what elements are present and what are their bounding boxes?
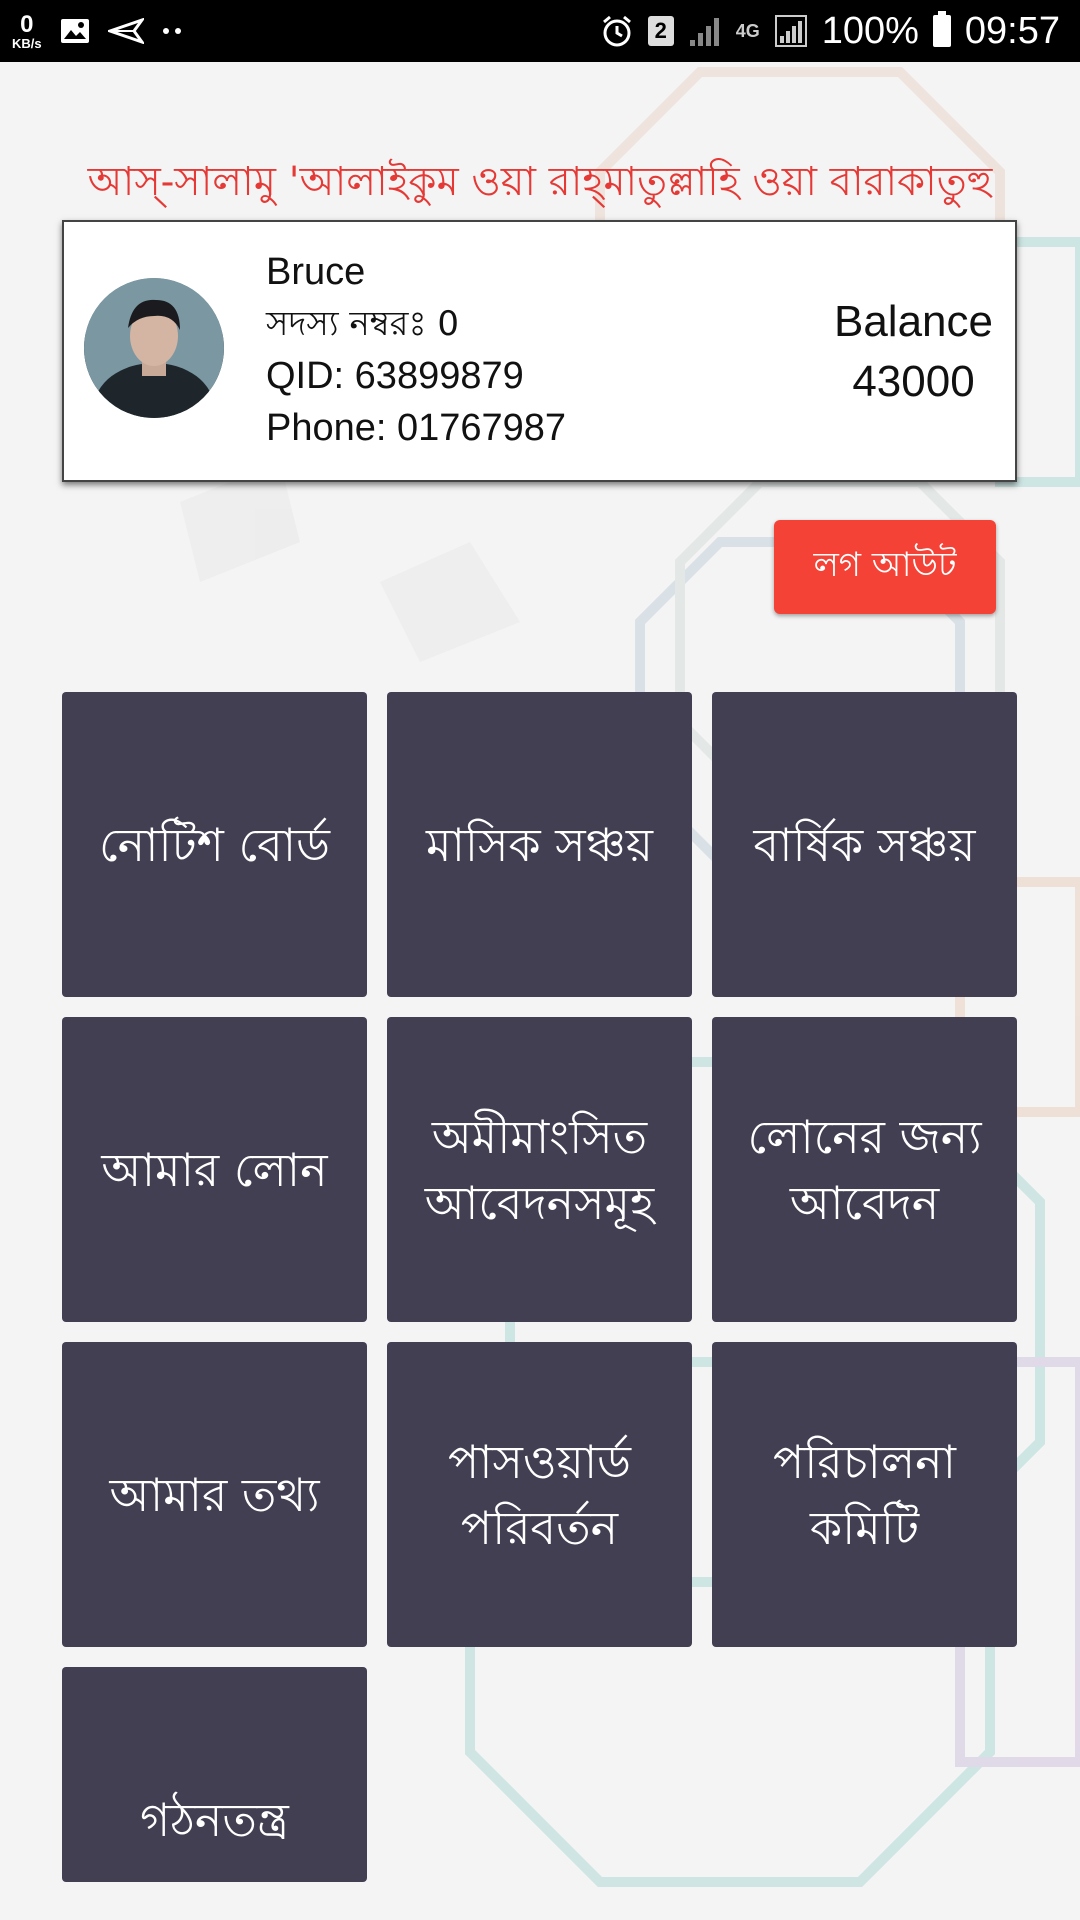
tile-monthly-savings[interactable]: মাসিক সঞ্চয়	[387, 692, 692, 997]
tile-pending-applications[interactable]: অমীমাংসিত আবেদনসমূহ	[387, 1017, 692, 1322]
tile-yearly-savings[interactable]: বার্ষিক সঞ্চয়	[712, 692, 1017, 997]
signal-icon	[688, 14, 722, 48]
phone: Phone: 01767987	[266, 407, 567, 449]
tile-my-info[interactable]: আমার তথ্য	[62, 1342, 367, 1647]
status-bar: 0 KB/s 2 4G 100% 09:57	[0, 0, 1080, 62]
qid: QID: 63899879	[266, 355, 524, 397]
battery-icon	[932, 11, 951, 47]
member-number: সদস্য নম্বরঃ 0	[266, 304, 460, 344]
clock: 09:57	[964, 9, 1060, 52]
more-dots-icon	[162, 26, 184, 36]
logout-button[interactable]: লগ আউট	[774, 520, 996, 614]
sim-badge: 2	[647, 16, 674, 46]
network-speed: 0 KB/s	[12, 10, 42, 51]
tile-loan-application[interactable]: লোনের জন্য আবেদন	[712, 1017, 1017, 1322]
status-right: 2 4G 100% 09:57	[600, 0, 1060, 62]
tile-constitution[interactable]: গঠনতন্ত্র	[62, 1667, 367, 1882]
tile-notice-board[interactable]: নোটিশ বোর্ড	[62, 692, 367, 997]
status-left: 0 KB/s	[12, 8, 184, 54]
greeting-text: আস্‌-সালামু 'আলাইকুম ওয়া রাহ্‌মাতুল্লাহ…	[87, 159, 993, 205]
balance-label: Balance	[833, 297, 993, 346]
tile-change-password[interactable]: পাসওয়ার্ড পরিবর্তন	[387, 1342, 692, 1647]
send-icon	[107, 18, 144, 44]
avatar	[84, 278, 224, 418]
network-speed-unit: KB/s	[12, 35, 42, 51]
main-content: আস্‌-সালামু 'আলাইকুম ওয়া রাহ্‌মাতুল্লাহ…	[0, 62, 1080, 1920]
signal-strength-icon	[774, 14, 808, 48]
profile-info: Bruce সদস্য নম্বরঃ 0 QID: 63899879 Phone…	[266, 246, 566, 454]
tile-my-loan[interactable]: আমার লোন	[62, 1017, 367, 1322]
avatar-image	[84, 278, 224, 418]
image-icon	[60, 18, 90, 44]
balance-value: 43000	[852, 357, 975, 406]
network-speed-value: 0	[20, 10, 34, 38]
tile-management-committee[interactable]: পরিচালনা কমিটি	[712, 1342, 1017, 1647]
balance: Balance 43000	[834, 292, 993, 412]
profile-name: Bruce	[266, 251, 366, 293]
battery-percent: 100%	[821, 9, 919, 52]
network-type: 4G	[735, 20, 760, 41]
profile-card: Bruce সদস্য নম্বরঃ 0 QID: 63899879 Phone…	[62, 220, 1017, 482]
alarm-icon	[600, 14, 634, 48]
